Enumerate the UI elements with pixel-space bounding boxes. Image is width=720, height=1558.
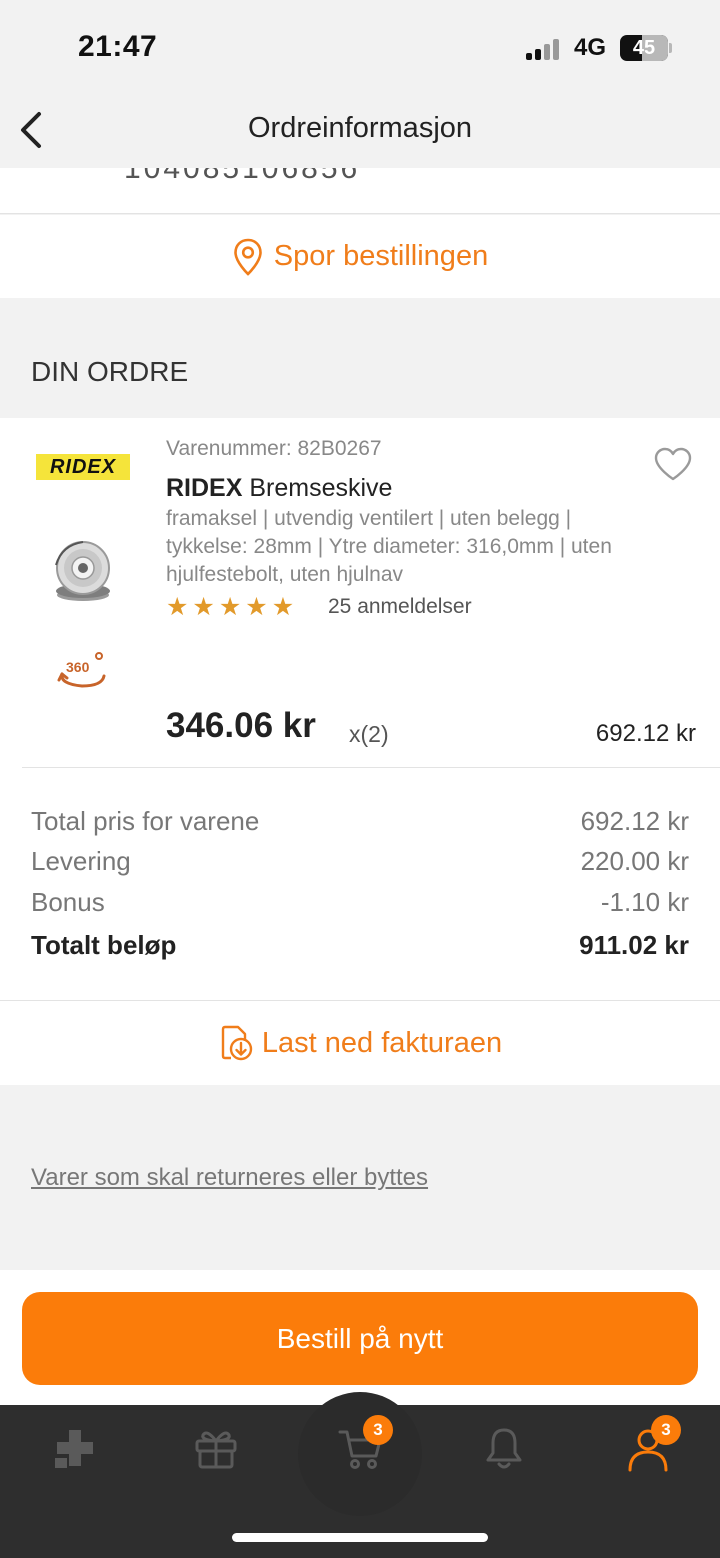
line-total: 692.12 kr [595,720,696,747]
page-title: Ordreinformasjon [247,112,473,144]
status-time: 21:47 [78,30,158,63]
review-count[interactable]: 25 anmeldelser [328,595,472,619]
product-title: Bremseskive [249,474,393,502]
summary-row-items: Total pris for varene 692.12 kr [31,806,689,837]
brand-logo: RIDEX [36,454,130,480]
product-name[interactable]: RIDEX Bremseskive [166,474,392,503]
location-pin-icon [233,238,262,276]
heart-icon[interactable] [653,446,693,482]
article-number: Varenummer: 82B0267 [166,437,382,460]
total-label: Totalt beløp [31,930,177,960]
star-icon: ★ [218,593,242,621]
network-type: 4G [574,34,607,61]
rating-stars: ★ ★ ★ ★ ★ [166,594,294,620]
summary-label: Bonus [31,887,105,917]
catalog-icon [55,1430,93,1468]
product-description: framaksel | utvendig ventilert | uten be… [166,507,612,586]
total-value: 911.02 kr [579,930,689,960]
cart-badge: 3 [363,1415,393,1445]
summary-value: -1.10 kr [600,887,689,917]
star-icon: ★ [166,593,189,621]
gift-icon [195,1431,237,1469]
summary-value: 692.12 kr [580,806,689,836]
star-icon: ★ [271,593,295,621]
download-invoice-button[interactable]: Last ned fakturaen [0,1001,720,1085]
track-order-button[interactable]: Spor bestillingen [0,215,720,298]
download-invoice-label: Last ned fakturaen [261,1026,503,1059]
bell-icon [486,1428,522,1469]
product-brand: RIDEX [166,474,243,502]
order-section-title: DIN ORDRE [31,356,189,387]
reorder-button[interactable]: Bestill på nytt [22,1292,698,1385]
home-indicator [232,1533,488,1542]
tab-catalog[interactable] [49,1424,97,1472]
view-360-icon[interactable]: 360 [56,650,110,692]
nav-bar: Ordreinformasjon [0,92,720,168]
download-document-icon [221,1025,253,1061]
star-icon: ★ [245,593,268,621]
battery-icon: 45 [620,35,668,61]
order-number-section: 104085106856 [0,168,720,214]
view-360-label: 360 [66,659,90,675]
unit-price: 346.06 kr [166,706,316,745]
track-order-label: Spor bestillingen [273,240,489,272]
battery-level: 45 [632,36,656,59]
profile-badge: 3 [651,1415,681,1445]
order-number: 104085106856 [124,168,361,185]
order-section-header: DIN ORDRE [0,298,720,418]
brand-logo-text: RIDEX [49,455,117,478]
tab-notifications[interactable] [480,1424,528,1472]
summary-row-bonus: Bonus -1.10 kr [31,887,689,918]
signal-icon [526,38,564,60]
summary-row-total: Totalt beløp 911.02 kr [31,930,689,961]
quantity: x(2) [349,721,389,747]
returns-link[interactable]: Varer som skal returneres eller byttes [31,1164,428,1192]
star-icon: ★ [192,593,215,621]
brake-disc-image[interactable] [48,535,114,607]
summary-label: Total pris for varene [31,806,260,836]
summary-value: 220.00 kr [580,846,689,876]
divider [22,767,720,768]
summary-row-delivery: Levering 220.00 kr [31,846,689,877]
status-bar: 21:47 4G 45 [0,0,720,92]
battery-tip [669,43,672,53]
tab-gifts[interactable] [192,1424,240,1472]
summary-label: Levering [31,846,131,876]
